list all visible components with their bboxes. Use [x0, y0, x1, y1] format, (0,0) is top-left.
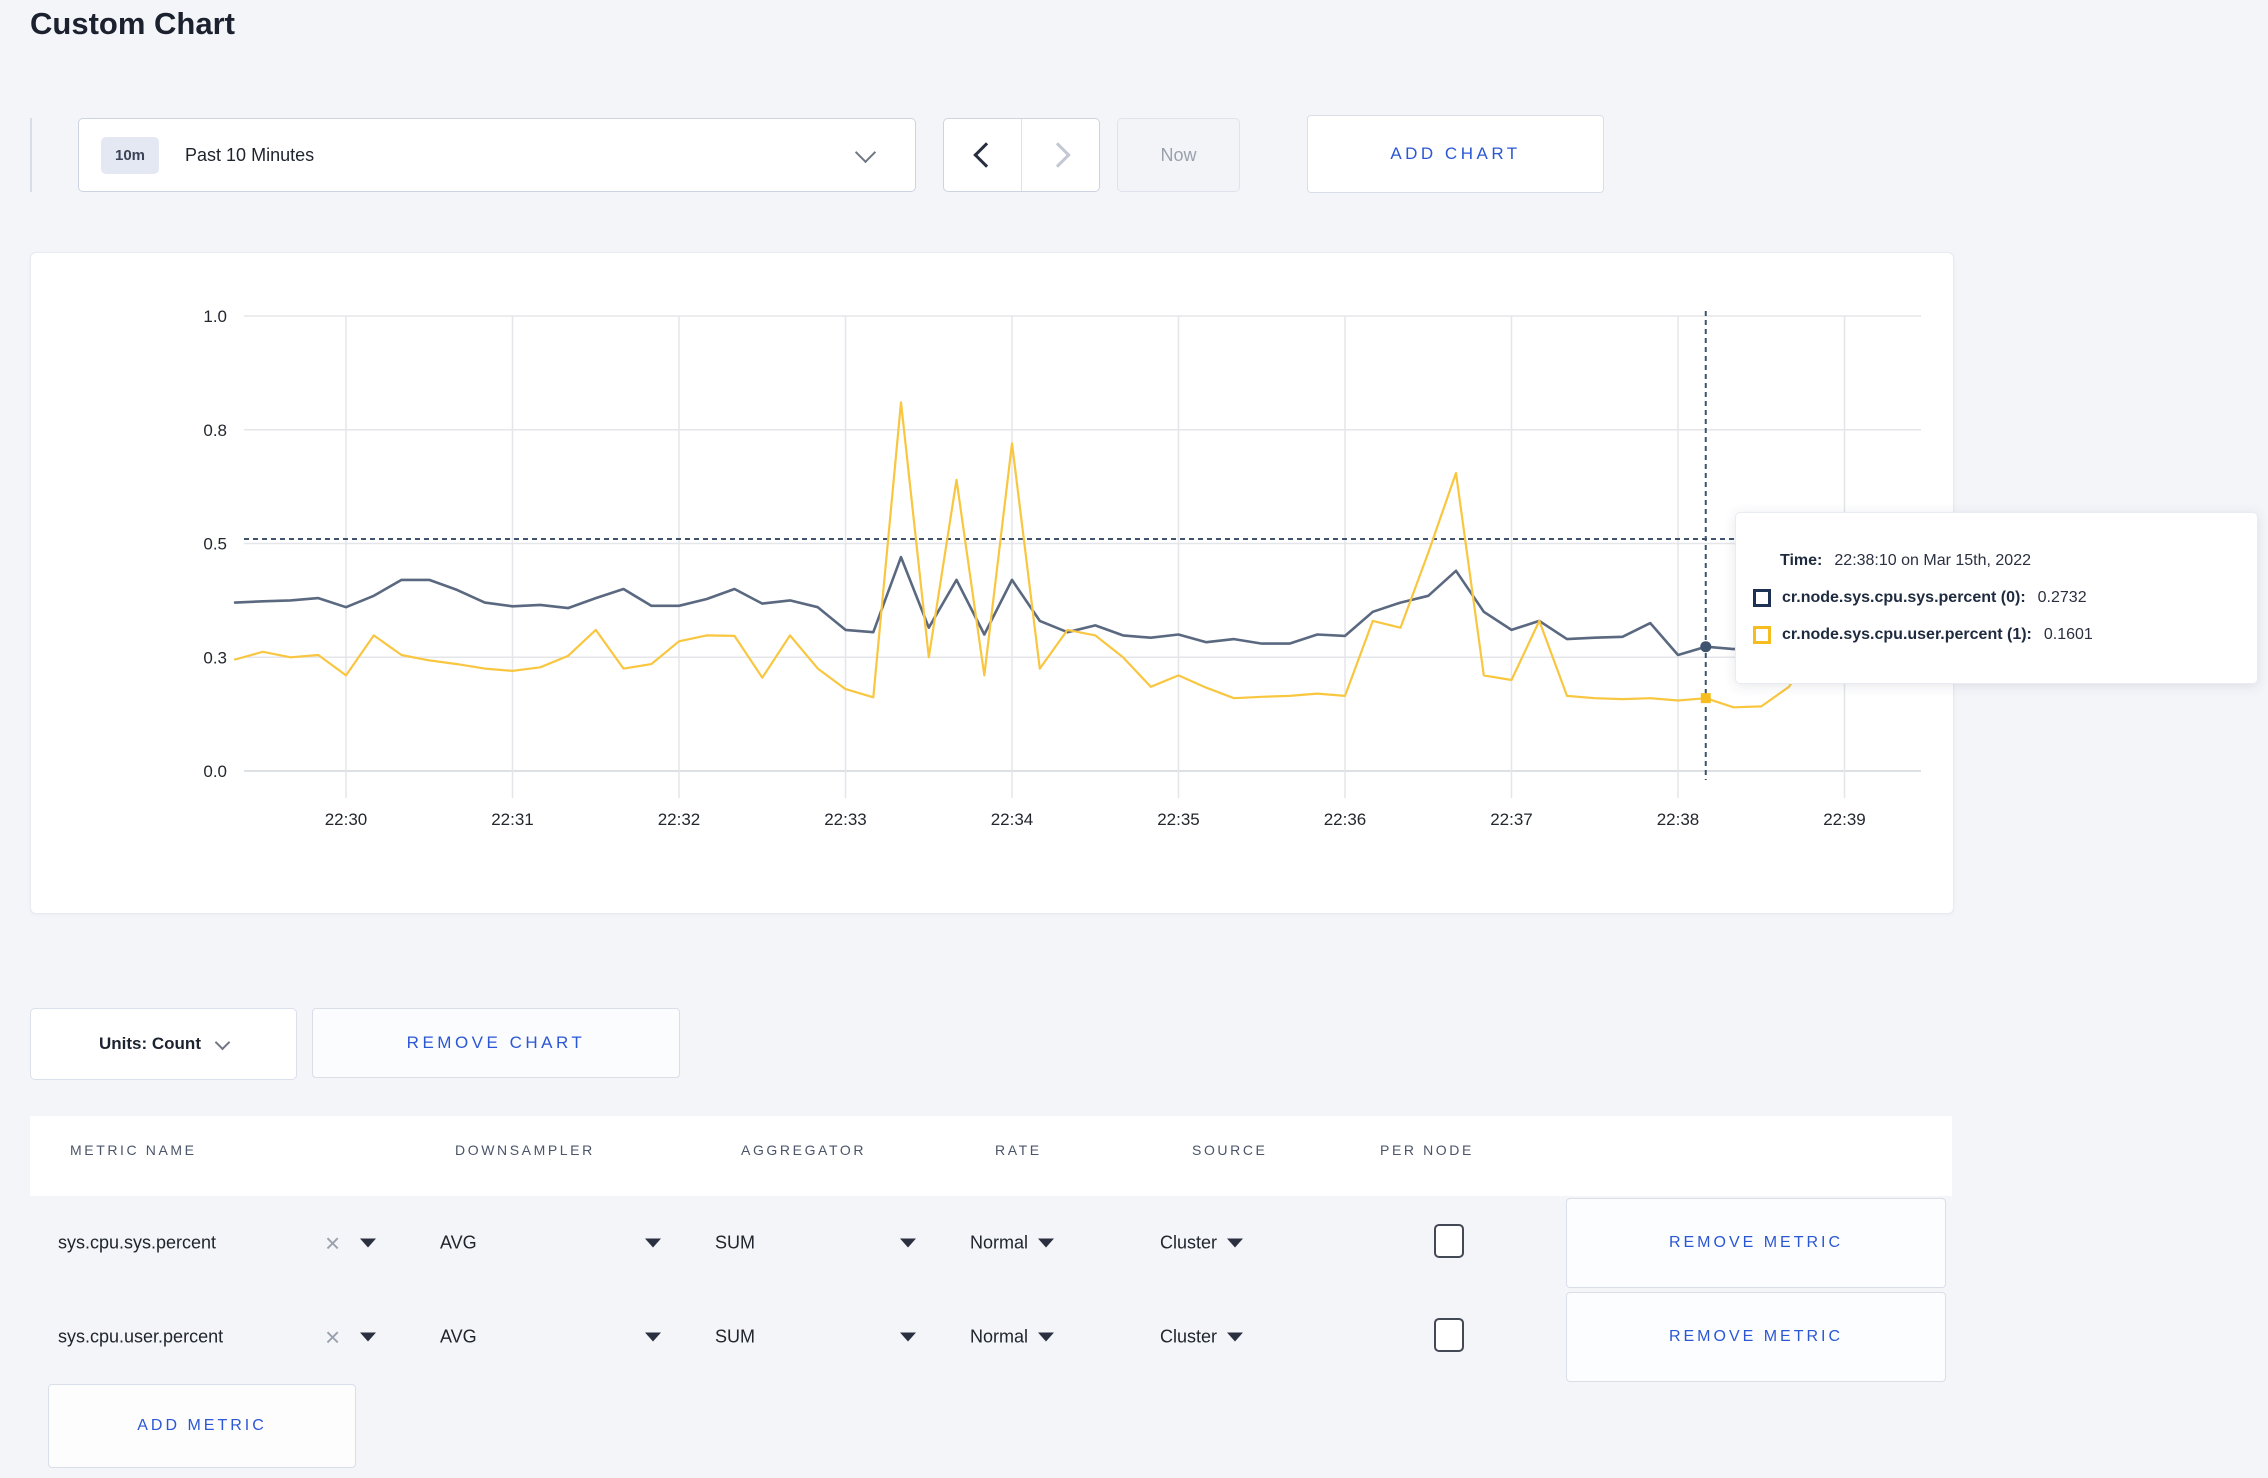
col-header-metric-name: METRIC NAME: [70, 1142, 197, 1158]
chevron-left-icon: [972, 142, 999, 168]
tooltip-series-row: cr.node.sys.cpu.sys.percent (0): 0.2732: [1753, 589, 2239, 607]
tooltip-time-label: Time:: [1780, 552, 1823, 569]
chevron-right-icon: [1044, 142, 1071, 168]
svg-text:22:38: 22:38: [1657, 810, 1700, 829]
time-pager: [943, 118, 1100, 192]
svg-text:22:30: 22:30: [325, 810, 368, 829]
tooltip-series-label: cr.node.sys.cpu.user.percent (1):: [1782, 626, 2032, 643]
col-header-rate: RATE: [995, 1142, 1042, 1158]
downsampler-caret-icon[interactable]: [645, 1332, 661, 1342]
chevron-down-icon: [854, 141, 877, 164]
col-header-downsampler: DOWNSAMPLER: [455, 1142, 595, 1158]
rate-caret-icon: [1038, 1238, 1055, 1248]
downsampler-caret-icon[interactable]: [645, 1238, 661, 1248]
col-header-aggregator: AGGREGATOR: [741, 1142, 867, 1158]
svg-text:0.0: 0.0: [203, 762, 227, 781]
metric-name-caret-icon[interactable]: [360, 1238, 376, 1248]
clear-metric-icon[interactable]: [325, 1324, 340, 1350]
remove-chart-button[interactable]: REMOVE CHART: [312, 1008, 680, 1078]
time-range-badge: 10m: [101, 136, 160, 174]
metric-row: sys.cpu.user.percent AVG SUM Normal Clus…: [30, 1290, 1952, 1384]
svg-text:22:37: 22:37: [1490, 810, 1533, 829]
source-value: Cluster: [1160, 1232, 1218, 1253]
source-value: Cluster: [1160, 1326, 1218, 1347]
col-header-source: SOURCE: [1192, 1142, 1268, 1158]
tooltip-time-value: 22:38:10 on Mar 15th, 2022: [1834, 552, 2031, 569]
chart-tooltip: Time: 22:38:10 on Mar 15th, 2022 cr.node…: [1735, 512, 2258, 684]
svg-text:22:36: 22:36: [1324, 810, 1367, 829]
metric-name-caret-icon[interactable]: [360, 1332, 376, 1342]
page-title: Custom Chart: [30, 6, 235, 41]
user-series-legend-icon: [1753, 626, 1771, 644]
tooltip-series-value: 0.2732: [2037, 589, 2087, 606]
svg-text:0.5: 0.5: [203, 535, 227, 554]
aggregator-caret-icon[interactable]: [900, 1238, 916, 1248]
custom-chart-page: Custom Chart 10m Past 10 Minutes Now ADD…: [0, 0, 2268, 1478]
tooltip-series-label: cr.node.sys.cpu.sys.percent (0):: [1782, 589, 2026, 606]
rate-select[interactable]: Normal: [970, 1326, 1055, 1348]
per-node-checkbox[interactable]: [1434, 1317, 1464, 1352]
aggregator-select[interactable]: SUM: [715, 1233, 755, 1254]
sys-series-legend-icon: [1753, 589, 1771, 607]
source-caret-icon: [1227, 1332, 1244, 1342]
downsampler-select[interactable]: AVG: [440, 1233, 477, 1254]
now-button[interactable]: Now: [1117, 118, 1240, 192]
remove-metric-button[interactable]: REMOVE METRIC: [1566, 1198, 1946, 1288]
metric-row: sys.cpu.sys.percent AVG SUM Normal Clust…: [30, 1196, 1952, 1290]
source-select[interactable]: Cluster: [1160, 1232, 1244, 1254]
svg-text:22:32: 22:32: [658, 810, 701, 829]
time-range-dropdown[interactable]: 10m Past 10 Minutes: [78, 118, 916, 192]
svg-text:22:39: 22:39: [1823, 810, 1866, 829]
col-header-per-node: PER NODE: [1380, 1142, 1474, 1158]
chart-panel: 0.0 0.3 0.5 0.8 1.0 22:30 22:31 22:32 22:33 22:34…: [30, 252, 1954, 914]
next-time-button[interactable]: [1022, 119, 1099, 191]
rate-caret-icon: [1038, 1332, 1055, 1342]
aggregator-caret-icon[interactable]: [900, 1332, 916, 1342]
clear-metric-icon[interactable]: [325, 1230, 340, 1256]
chevron-down-icon: [214, 1034, 231, 1050]
rate-select[interactable]: Normal: [970, 1232, 1055, 1254]
units-label: Units: Count: [99, 1034, 201, 1053]
add-metric-button[interactable]: ADD METRIC: [48, 1384, 356, 1468]
svg-text:22:34: 22:34: [991, 810, 1034, 829]
time-range-label: Past 10 Minutes: [185, 144, 315, 165]
aggregator-select[interactable]: SUM: [715, 1327, 755, 1348]
controls-divider: [30, 118, 32, 192]
source-select[interactable]: Cluster: [1160, 1326, 1244, 1348]
source-caret-icon: [1227, 1238, 1244, 1248]
svg-text:22:35: 22:35: [1157, 810, 1200, 829]
metrics-table-header: METRIC NAME DOWNSAMPLER AGGREGATOR RATE …: [30, 1116, 1952, 1196]
remove-metric-button[interactable]: REMOVE METRIC: [1566, 1292, 1946, 1382]
svg-text:22:31: 22:31: [491, 810, 534, 829]
tooltip-time-row: Time: 22:38:10 on Mar 15th, 2022: [1780, 552, 2239, 570]
metric-name-value[interactable]: sys.cpu.sys.percent: [58, 1233, 216, 1254]
svg-text:1.0: 1.0: [203, 307, 227, 326]
rate-value: Normal: [970, 1326, 1029, 1347]
tooltip-series-value: 0.1601: [2043, 626, 2093, 643]
tooltip-series-row: cr.node.sys.cpu.user.percent (1): 0.1601: [1753, 626, 2239, 644]
add-chart-button[interactable]: ADD CHART: [1307, 115, 1604, 193]
downsampler-select[interactable]: AVG: [440, 1327, 477, 1348]
svg-text:0.3: 0.3: [203, 648, 227, 667]
units-dropdown[interactable]: Units: Count: [30, 1008, 297, 1080]
svg-text:0.8: 0.8: [203, 421, 227, 440]
prev-time-button[interactable]: [944, 119, 1022, 191]
chart-plot[interactable]: 0.0 0.3 0.5 0.8 1.0 22:30 22:31 22:32 22:33 22:34…: [31, 253, 1953, 913]
svg-text:22:33: 22:33: [824, 810, 867, 829]
rate-value: Normal: [970, 1232, 1029, 1253]
metric-name-value[interactable]: sys.cpu.user.percent: [58, 1327, 223, 1348]
per-node-checkbox[interactable]: [1434, 1223, 1464, 1258]
